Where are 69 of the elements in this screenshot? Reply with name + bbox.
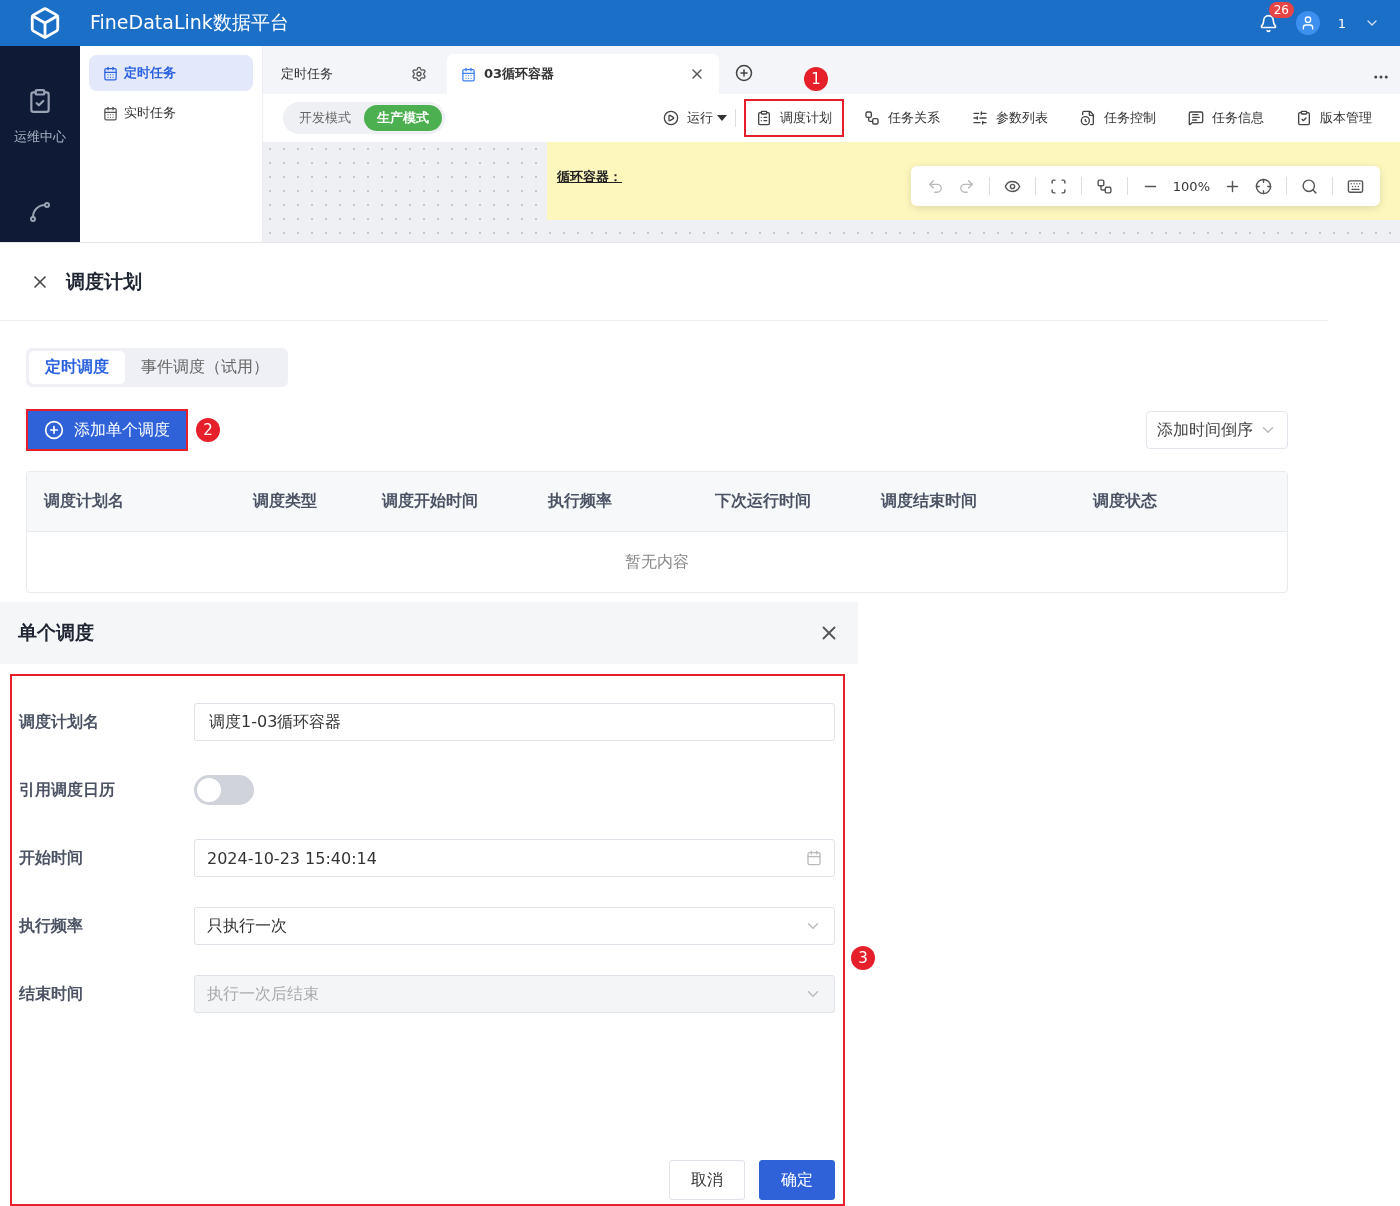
sliders-icon	[972, 110, 988, 126]
connector-icon[interactable]	[1095, 177, 1113, 195]
user-avatar[interactable]	[1295, 11, 1320, 35]
note-title: 循环容器：	[557, 169, 622, 184]
sort-dropdown[interactable]: 添加时间倒序	[1146, 411, 1288, 449]
clipboard-check-icon[interactable]	[27, 88, 53, 114]
search-icon[interactable]	[1301, 177, 1318, 195]
column-header: 调度状态	[1093, 491, 1158, 512]
plus-circle-icon	[44, 420, 64, 440]
column-header: 调度计划名	[44, 491, 125, 512]
field-label: 结束时间	[19, 983, 84, 1005]
field-label: 引用调度日历	[19, 779, 116, 801]
nav-rail-item[interactable]: 运维中心	[14, 128, 66, 146]
column-header: 调度结束时间	[881, 491, 978, 512]
column-header: 调度开始时间	[382, 491, 479, 512]
empty-message: 暂无内容	[625, 551, 689, 573]
date-field[interactable]: 2024-10-23 15:40:14	[194, 839, 835, 877]
column-header: 执行频率	[548, 491, 613, 512]
caret-icon[interactable]	[717, 115, 727, 121]
notification-count: 26	[1268, 1, 1294, 18]
schedule-icon	[756, 110, 772, 126]
field-label: 调度计划名	[19, 711, 100, 733]
text-field[interactable]: 调度1-03循环容器	[194, 703, 835, 741]
gear-icon[interactable]	[411, 66, 427, 82]
step-number: 1	[804, 67, 828, 91]
bell-icon[interactable]	[1258, 13, 1278, 33]
add-tab-icon[interactable]	[735, 64, 753, 82]
column-header: 下次运行时间	[715, 491, 812, 512]
calendar-icon	[103, 105, 118, 121]
dialog-title: 单个调度	[18, 620, 94, 645]
cancel-button[interactable]: 取消	[669, 1160, 745, 1200]
toolbar-button[interactable]: 任务关系	[852, 99, 952, 137]
crosshair-icon[interactable]	[1255, 177, 1272, 195]
sidebar-item[interactable]: 定时任务	[89, 55, 253, 91]
play-icon	[663, 110, 679, 126]
toggle-switch[interactable]	[194, 775, 254, 805]
fit-view-icon[interactable]	[1049, 177, 1067, 195]
user-name: 1	[1337, 15, 1346, 31]
confirm-button[interactable]: 确定	[759, 1160, 835, 1200]
step-number: 2	[196, 418, 220, 442]
zoom-level: 100%	[1172, 178, 1210, 194]
tab[interactable]: 定时调度	[29, 351, 125, 384]
text-input[interactable]: 调度1-03循环容器	[207, 711, 822, 733]
app-title: FineDataLink数据平台	[90, 10, 290, 35]
mode-switch[interactable]: 开发模式 生产模式	[283, 102, 445, 134]
workflow-icon	[864, 110, 880, 126]
keyboard-icon[interactable]	[1347, 177, 1364, 195]
calendar-icon	[461, 66, 476, 82]
column-header: 调度类型	[253, 491, 318, 512]
calendar-icon	[103, 65, 118, 81]
toolbar-button[interactable]: 版本管理	[1284, 99, 1384, 137]
calendar-icon	[806, 850, 822, 866]
add-schedule-button[interactable]: 添加单个调度	[26, 409, 188, 451]
panel-title: 调度计划	[66, 268, 142, 294]
tab[interactable]: 事件调度（试用）	[125, 351, 285, 384]
message-icon	[1188, 110, 1204, 126]
toolbar-button[interactable]: 任务控制	[1068, 99, 1168, 137]
field-label: 执行频率	[19, 915, 84, 937]
toolbar-button[interactable]: 任务信息	[1176, 99, 1276, 137]
sidebar-item[interactable]: 实时任务	[89, 95, 253, 131]
mode-option[interactable]: 开发模式	[286, 105, 364, 131]
field-label: 开始时间	[19, 847, 84, 869]
cube-logo-icon	[28, 6, 62, 40]
toolbar-button[interactable]: 参数列表	[960, 99, 1060, 137]
tab[interactable]: 03循环容器	[447, 54, 719, 94]
toolbar-button[interactable]: 运行	[651, 99, 725, 137]
step-number: 3	[851, 946, 875, 970]
select-field[interactable]: 只执行一次	[194, 907, 835, 945]
tab[interactable]: 定时任务	[267, 54, 441, 94]
